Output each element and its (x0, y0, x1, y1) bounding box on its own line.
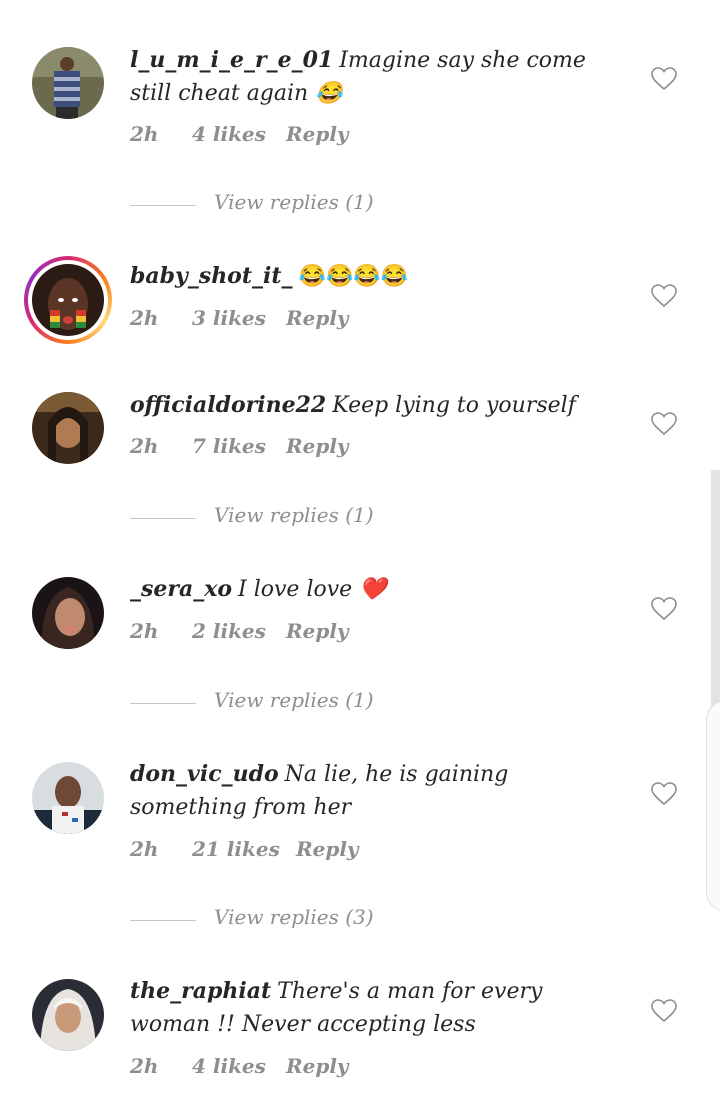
comment-text: l_u_m_i_e_r_e_01 Imagine say she come sti… (130, 44, 620, 110)
comment-username[interactable]: _sera_xo (130, 576, 232, 602)
reply-button[interactable]: Reply (286, 306, 349, 330)
reply-button[interactable]: Reply (286, 122, 349, 146)
avatar[interactable] (32, 47, 104, 119)
view-replies-label: View replies (1) (214, 190, 374, 214)
comment-username[interactable]: the_raphiat (130, 978, 271, 1004)
comment-likes[interactable]: 4 likes (192, 122, 266, 146)
comment-username[interactable]: don_vic_udo (130, 761, 279, 787)
avatar[interactable] (32, 762, 104, 834)
avatar-story-ring[interactable] (24, 256, 112, 344)
comment-body: Keep lying to yourself (332, 393, 576, 418)
divider-line (130, 920, 196, 921)
comment-likes[interactable]: 3 likes (192, 306, 266, 330)
view-replies-label: View replies (1) (214, 688, 374, 712)
comment-text: _sera_xo I love love ❤️ (130, 573, 620, 606)
comment-likes[interactable]: 4 likes (192, 1054, 266, 1078)
heart-outline-icon[interactable] (651, 782, 677, 806)
comment-likes[interactable]: 2 likes (192, 619, 266, 643)
heart-outline-icon[interactable] (651, 67, 677, 91)
divider-line (130, 205, 196, 206)
view-replies-label: View replies (3) (214, 905, 374, 929)
divider-line (130, 703, 196, 704)
comment-time: 2h (130, 837, 159, 861)
comment-text: officialdorine22 Keep lying to yourself (130, 389, 620, 422)
comment-username[interactable]: baby_shot_it_ (130, 263, 293, 289)
avatar[interactable] (32, 392, 104, 464)
reply-button[interactable]: Reply (296, 837, 359, 861)
divider-line (130, 518, 196, 519)
avatar[interactable] (32, 979, 104, 1051)
comment-text: the_raphiat There's a man for every woman… (130, 975, 620, 1041)
view-replies-label: View replies (1) (214, 503, 374, 527)
reply-button[interactable]: Reply (286, 1054, 349, 1078)
comment-username[interactable]: l_u_m_i_e_r_e_01 (130, 47, 333, 73)
comment-body: I love love ❤️ (238, 577, 387, 602)
comment-time: 2h (130, 1054, 159, 1078)
heart-outline-icon[interactable] (651, 412, 677, 436)
heart-outline-icon[interactable] (651, 284, 677, 308)
comment-time: 2h (130, 122, 159, 146)
avatar (32, 264, 104, 336)
reply-button[interactable]: Reply (286, 434, 349, 458)
edge-panel-handle[interactable] (706, 700, 720, 912)
comment-username[interactable]: officialdorine22 (130, 392, 326, 418)
comment-likes[interactable]: 7 likes (192, 434, 266, 458)
comment-time: 2h (130, 306, 159, 330)
reply-button[interactable]: Reply (286, 619, 349, 643)
comment-text: baby_shot_it_ 😂😂😂😂 (130, 260, 620, 293)
heart-outline-icon[interactable] (651, 999, 677, 1023)
avatar[interactable] (32, 577, 104, 649)
comment-likes[interactable]: 21 likes (192, 837, 280, 861)
comment-text: don_vic_udo Na lie, he is gaining somethi… (130, 758, 620, 824)
comment-time: 2h (130, 619, 159, 643)
heart-outline-icon[interactable] (651, 597, 677, 621)
comment-body: 😂😂😂😂 (298, 264, 409, 289)
comment-time: 2h (130, 434, 159, 458)
